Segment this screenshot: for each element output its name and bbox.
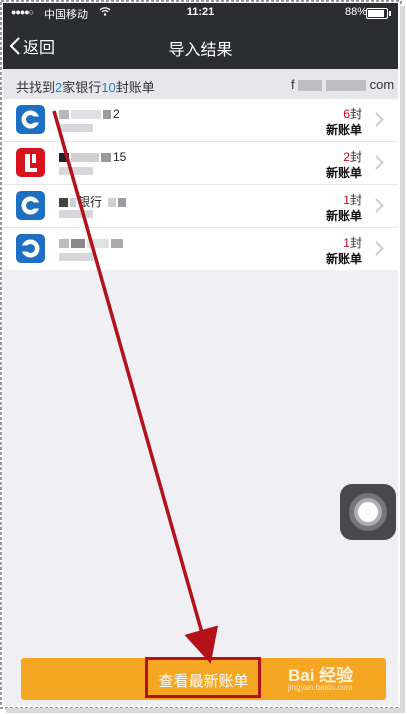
battery-percentage: 88% — [345, 6, 368, 18]
new-bill-label: 新账单 — [325, 209, 362, 223]
new-bill-label: 新账单 — [325, 166, 362, 180]
phone-screen: ●●●●○ 中国移动 11:21 88% 返回 导入结果 共找到2家银行10封账… — [3, 3, 398, 706]
bank-name: 银行 — [59, 193, 128, 210]
card-number — [59, 253, 93, 261]
bill-row[interactable]: 1封 新账单 — [3, 228, 398, 270]
bill-count-number: 1 — [343, 193, 350, 207]
card-number — [59, 167, 93, 175]
watermark-url: jingyan.baidu.com — [288, 683, 353, 692]
chevron-right-icon — [375, 198, 384, 213]
bank-name-tail: 15 — [113, 150, 127, 164]
bill-count: 1封 — [343, 191, 362, 208]
status-bar: ●●●●○ 中国移动 11:21 88% — [3, 3, 398, 23]
card-number — [59, 210, 93, 218]
card-number — [59, 124, 93, 132]
bill-row[interactable]: 15 2封 新账单 — [3, 142, 398, 185]
highlight-box — [145, 657, 261, 698]
chevron-right-icon — [375, 155, 384, 170]
navigation-bar: 返回 导入结果 — [3, 23, 398, 69]
bill-count-unit: 封 — [349, 193, 362, 207]
bill-row[interactable]: 2 6封 新账单 — [3, 99, 398, 142]
bill-count-number: 1 — [343, 236, 350, 250]
email-end: com — [369, 77, 395, 92]
new-bill-label: 新账单 — [325, 252, 362, 266]
bank-name-tail: 2 — [113, 107, 120, 121]
bill-count: 2封 — [343, 148, 362, 165]
new-bill-label: 新账单 — [325, 123, 362, 137]
email-start: f — [291, 77, 295, 92]
ccb-bank-icon — [16, 234, 45, 263]
email-address: f com — [291, 77, 394, 92]
bill-count: 10 — [101, 80, 116, 95]
bill-count-unit: 封 — [349, 236, 362, 250]
bill-row[interactable]: 银行 1封 新账单 — [3, 185, 398, 228]
bank-name: 2 — [59, 107, 120, 121]
bill-count-unit: 封 — [349, 150, 362, 164]
chevron-right-icon — [375, 112, 384, 127]
import-summary: 共找到2家银行10封账单 f com — [3, 69, 398, 99]
bill-list: 2 6封 新账单 15 2封 新账单 银行 1封 新账单 1封 新账单 — [3, 99, 398, 270]
bill-count: 6封 — [343, 105, 362, 122]
summary-middle: 家银行 — [62, 80, 102, 95]
bank-name: 15 — [59, 150, 126, 164]
chevron-right-icon — [375, 241, 384, 256]
assistive-touch-button[interactable] — [340, 484, 396, 540]
bill-count: 1封 — [343, 234, 362, 251]
page-title: 导入结果 — [168, 42, 233, 59]
summary-suffix: 封账单 — [115, 80, 155, 95]
bill-count-unit: 封 — [349, 107, 362, 121]
summary-text: 共找到2家银行10封账单 — [16, 77, 155, 96]
bank-name-tail: 银行 — [78, 195, 103, 209]
bill-count-number: 2 — [343, 150, 350, 164]
ccb-bank-icon — [16, 105, 45, 134]
summary-prefix: 共找到 — [16, 80, 56, 95]
ccb-bank-icon — [16, 191, 45, 220]
bank-name — [59, 236, 125, 250]
battery-icon — [366, 8, 391, 19]
red-bank-icon — [16, 148, 45, 177]
clock: 11:21 — [186, 6, 215, 18]
bill-count-number: 6 — [343, 107, 350, 121]
